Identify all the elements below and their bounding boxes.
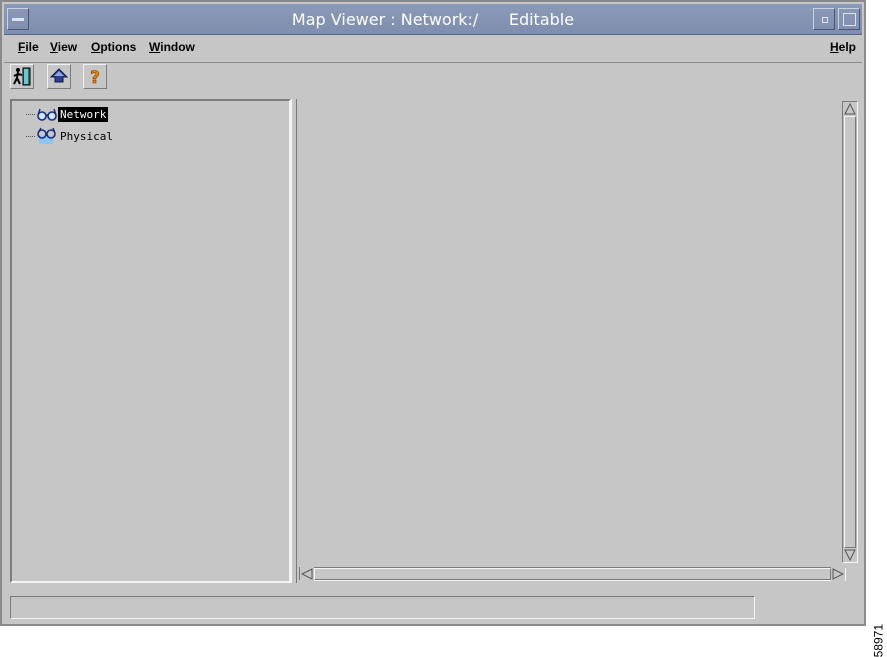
up-level-button[interactable] bbox=[47, 64, 71, 89]
help-question-icon: ? bbox=[90, 68, 100, 89]
physical-view-icon bbox=[37, 127, 56, 144]
maximize-button[interactable] bbox=[838, 8, 860, 30]
triangle-right-icon bbox=[832, 568, 844, 580]
exit-door-icon bbox=[13, 67, 31, 86]
tree-item-label: Network bbox=[58, 106, 109, 122]
figure-id-label: 58971 bbox=[871, 624, 885, 657]
scroll-left-arrow[interactable] bbox=[300, 567, 314, 581]
help-button[interactable]: ? bbox=[83, 64, 107, 89]
triangle-left-icon bbox=[301, 568, 313, 580]
menu-view[interactable]: View bbox=[50, 40, 77, 54]
tree-item-label: Physical bbox=[60, 129, 113, 143]
up-level-icon bbox=[49, 68, 69, 83]
scroll-right-arrow[interactable] bbox=[831, 567, 845, 581]
menu-help[interactable]: Help bbox=[830, 40, 856, 54]
exit-button[interactable] bbox=[10, 64, 34, 89]
horizontal-scroll-thumb[interactable] bbox=[314, 568, 831, 580]
map-view-area[interactable] bbox=[299, 99, 860, 583]
panel-splitter[interactable] bbox=[291, 99, 297, 583]
svg-text:?: ? bbox=[90, 68, 100, 88]
vertical-scrollbar[interactable] bbox=[842, 101, 858, 563]
map-viewer-window: Map Viewer : Network:/ Editable File Vie… bbox=[0, 0, 866, 626]
tree-item-physical[interactable]: Physical bbox=[26, 126, 115, 146]
minimize-button[interactable] bbox=[813, 8, 835, 30]
window-title: Map Viewer : Network:/ Editable bbox=[291, 10, 575, 29]
title-bar[interactable]: Map Viewer : Network:/ Editable bbox=[4, 4, 862, 35]
menu-file[interactable]: File bbox=[18, 40, 39, 54]
horizontal-scrollbar[interactable] bbox=[299, 567, 846, 581]
tree-panel[interactable]: Network Physical bbox=[10, 99, 291, 583]
status-bar bbox=[10, 596, 755, 619]
tree-item-network[interactable]: Network bbox=[26, 104, 109, 124]
scroll-up-arrow[interactable] bbox=[843, 102, 857, 116]
vertical-scroll-thumb[interactable] bbox=[844, 116, 856, 548]
triangle-down-icon bbox=[844, 549, 856, 561]
triangle-up-icon bbox=[844, 103, 856, 115]
toolbar: ? bbox=[4, 63, 862, 93]
menu-options[interactable]: Options bbox=[91, 40, 136, 54]
menu-window[interactable]: Window bbox=[149, 40, 195, 54]
menu-bar: File View Options Window Help bbox=[4, 35, 862, 63]
scroll-down-arrow[interactable] bbox=[843, 548, 857, 562]
network-glasses-icon bbox=[37, 108, 57, 121]
